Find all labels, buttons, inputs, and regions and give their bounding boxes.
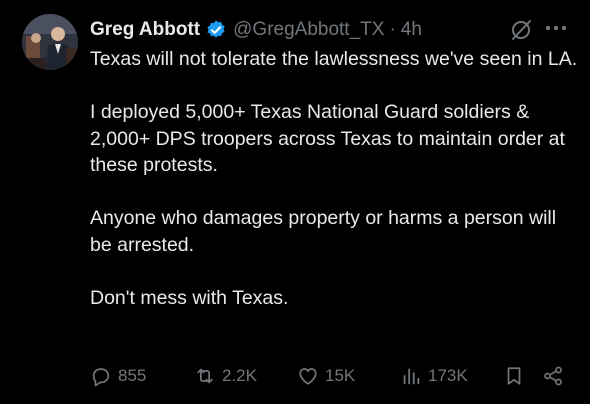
avatar-photo	[22, 14, 78, 70]
views-count: 173K	[428, 366, 468, 385]
views-button[interactable]: 173K	[400, 363, 468, 389]
tweet-paragraph: I deployed 5,000+ Texas National Guard s…	[90, 101, 571, 176]
tweet-text: Texas will not tolerate the lawlessness …	[90, 46, 580, 338]
repost-count: 2.2K	[222, 366, 257, 385]
repost-icon	[197, 368, 213, 384]
reply-count: 855	[118, 366, 147, 385]
share-icon[interactable]	[542, 365, 564, 387]
grok-icon[interactable]	[509, 18, 533, 42]
repost-button[interactable]: 2.2K	[194, 363, 257, 389]
like-count: 15K	[325, 366, 356, 385]
reply-icon	[92, 368, 110, 387]
views-icon	[403, 368, 420, 385]
author-handle[interactable]: @GregAbbott_TX	[233, 19, 384, 41]
separator-dot: ·	[389, 19, 396, 40]
action-bar: 855 2.2K 15K 173K	[90, 363, 580, 389]
tweet-timestamp[interactable]: 4h	[401, 19, 422, 41]
like-icon	[299, 368, 317, 385]
bookmark-icon[interactable]	[503, 365, 525, 387]
avatar[interactable]	[22, 14, 78, 70]
author-name[interactable]: Greg Abbott	[90, 19, 200, 41]
like-button[interactable]: 15K	[297, 363, 355, 389]
more-icon[interactable]	[543, 16, 569, 40]
tweet-paragraph: Anyone who damages property or harms a p…	[90, 207, 562, 256]
reply-button[interactable]: 855	[90, 363, 146, 389]
tweet-paragraph: Don't mess with Texas.	[90, 286, 289, 309]
verified-badge-icon	[207, 20, 225, 38]
tweet-paragraph: Texas will not tolerate the lawlessness …	[90, 48, 578, 70]
